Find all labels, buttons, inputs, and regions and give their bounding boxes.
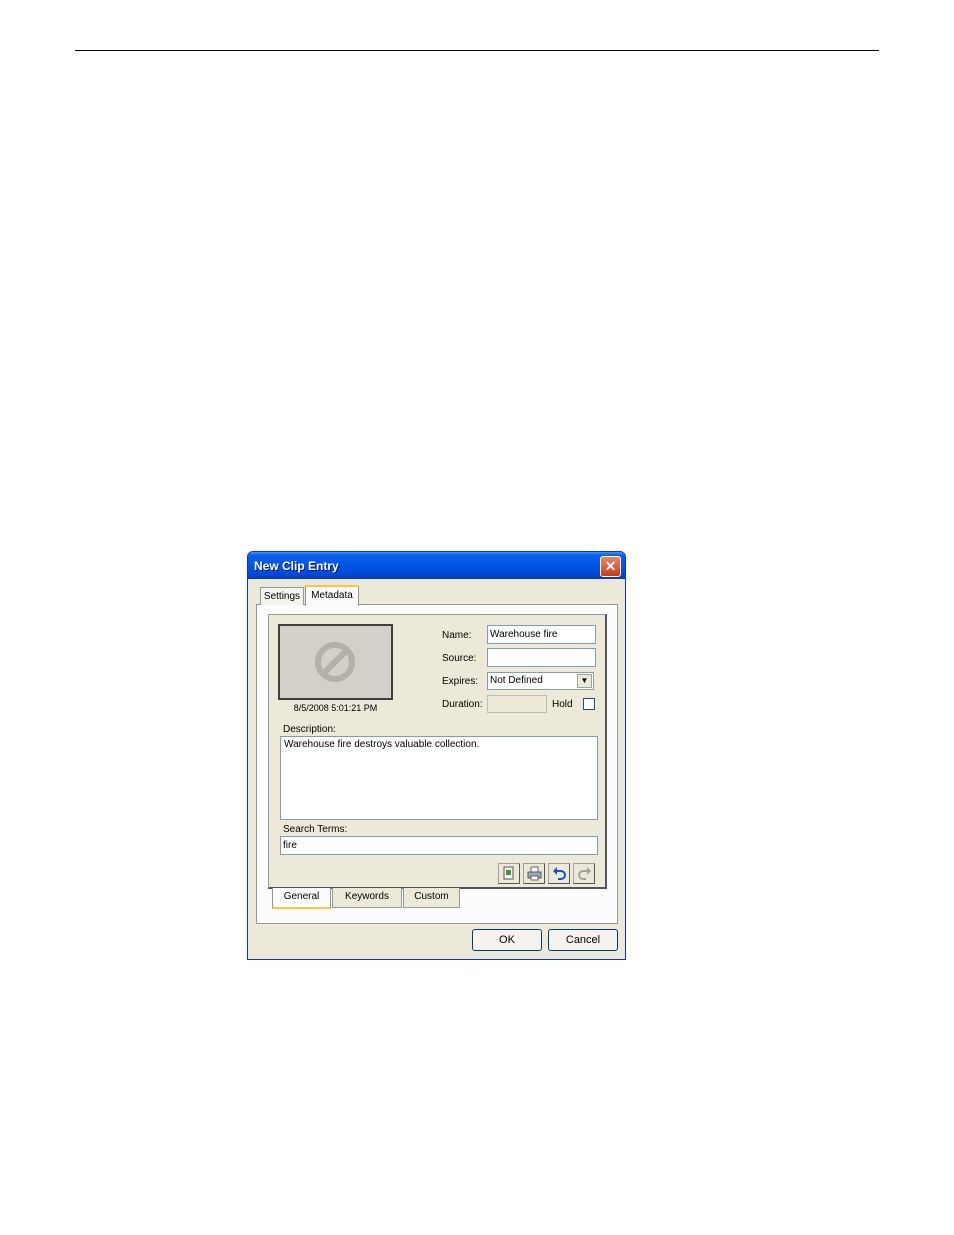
tab-settings[interactable]: Settings (260, 587, 304, 605)
duration-label: Duration: (442, 699, 483, 710)
clip-thumbnail (278, 624, 393, 700)
title-bar[interactable]: New Clip Entry ✕ (248, 552, 625, 579)
copy-button[interactable] (498, 863, 520, 884)
ok-button[interactable]: OK (472, 929, 542, 951)
redo-button[interactable] (573, 863, 595, 884)
undo-button[interactable] (548, 863, 570, 884)
name-label: Name: (442, 630, 472, 641)
name-field[interactable] (487, 625, 596, 644)
expires-value: Not Defined (490, 675, 543, 686)
tab-general[interactable]: General (272, 888, 331, 909)
description-textarea[interactable]: Warehouse fire destroys valuable collect… (280, 736, 598, 820)
expires-dropdown[interactable]: Not Defined ▼ (487, 672, 594, 690)
redo-icon (578, 867, 591, 880)
clip-timestamp: 8/5/2008 5:01:21 PM (293, 703, 378, 713)
copy-icon (503, 866, 514, 880)
hold-label: Hold (552, 699, 573, 710)
tab-keywords[interactable]: Keywords (332, 888, 402, 908)
dialog-title: New Clip Entry (254, 559, 339, 573)
print-icon (527, 866, 542, 881)
page-header-rule (75, 50, 879, 51)
hold-checkbox[interactable] (583, 698, 595, 710)
search-terms-label: Search Terms: (283, 824, 348, 835)
close-button[interactable]: ✕ (600, 556, 621, 577)
source-label: Source: (442, 653, 477, 664)
chevron-down-icon[interactable]: ▼ (577, 674, 592, 688)
tab-metadata[interactable]: Metadata (305, 585, 359, 606)
cancel-button[interactable]: Cancel (548, 929, 618, 951)
undo-icon (553, 867, 566, 880)
description-label: Description: (283, 724, 336, 735)
duration-field (487, 695, 547, 713)
tab-custom[interactable]: Custom (403, 888, 460, 908)
close-icon: ✕ (604, 558, 617, 574)
print-button[interactable] (523, 863, 545, 884)
source-field[interactable] (487, 648, 596, 667)
expires-label: Expires: (442, 676, 479, 687)
search-terms-field[interactable] (280, 836, 598, 855)
no-video-icon (315, 642, 355, 682)
new-clip-entry-dialog: New Clip Entry ✕ Settings Metadata 8/5/2… (247, 551, 626, 960)
